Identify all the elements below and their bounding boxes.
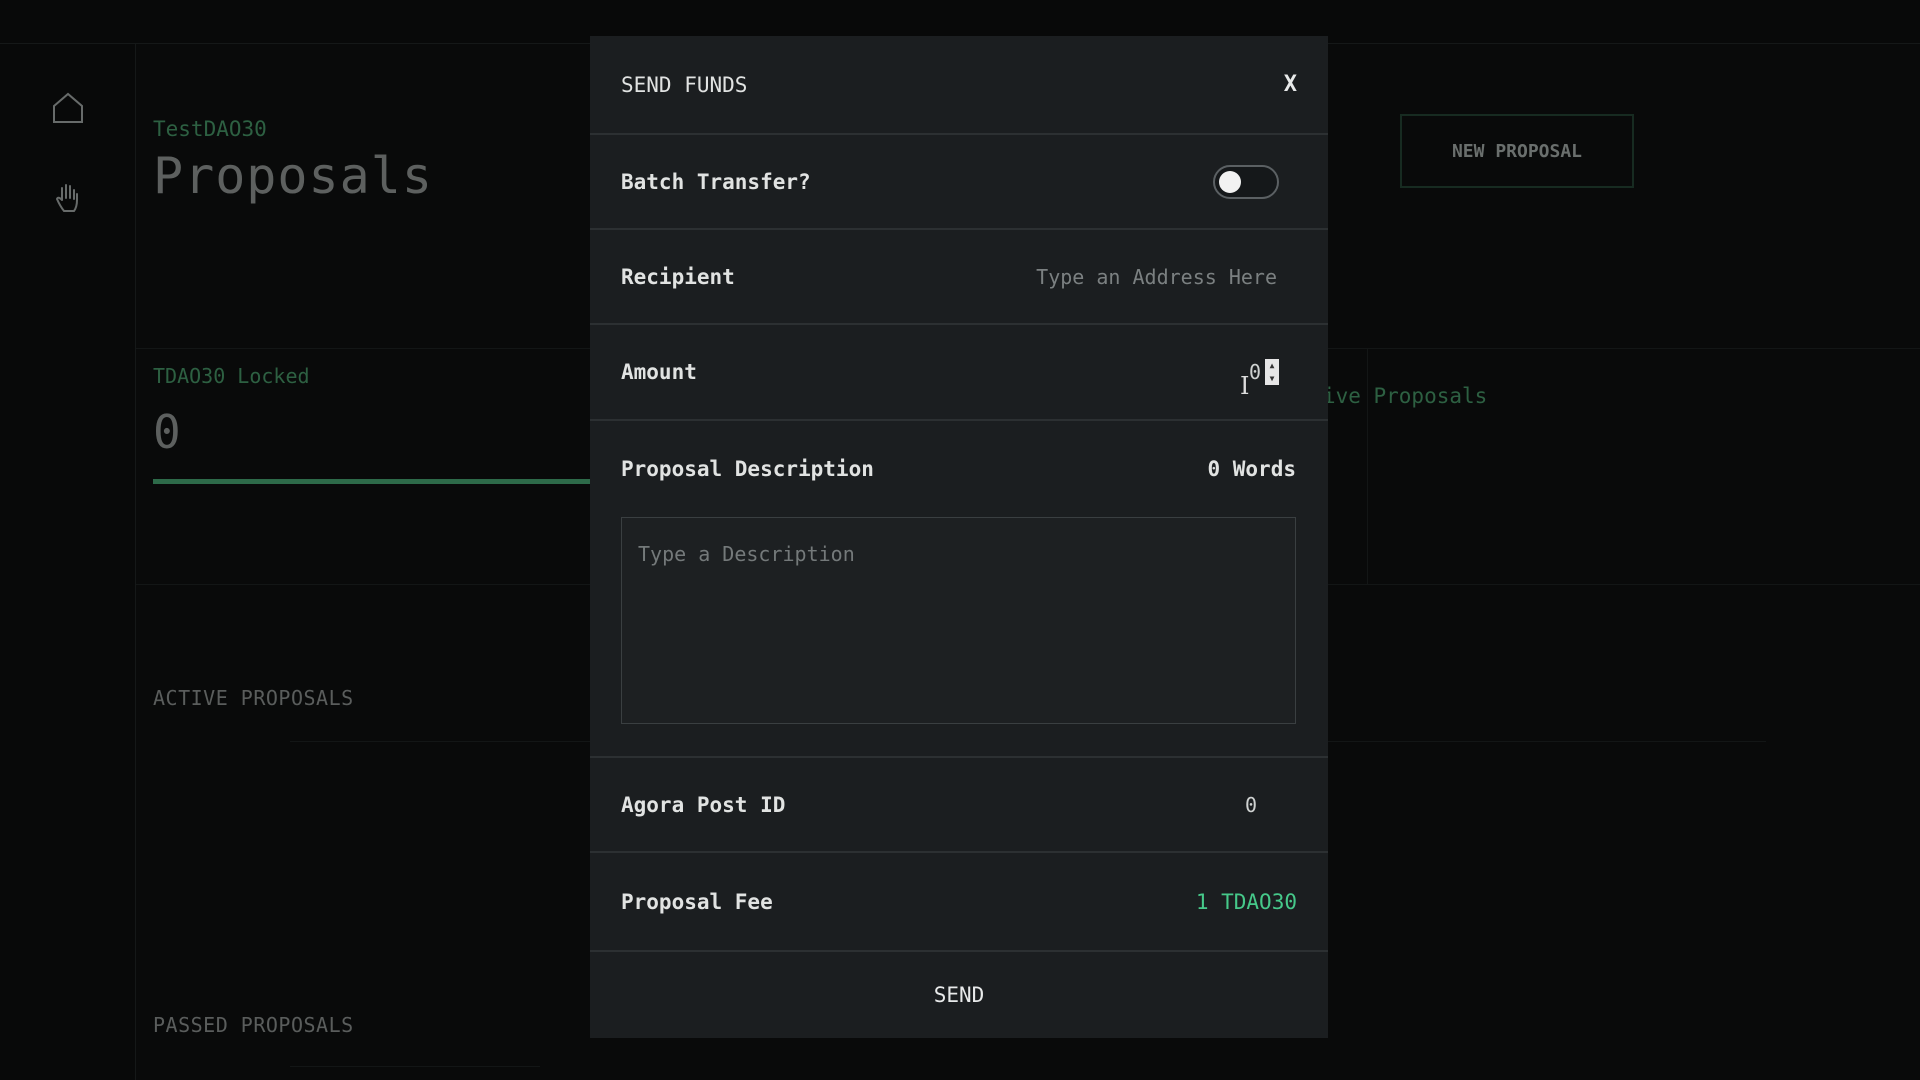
agora-row: Agora Post ID 0: [590, 758, 1328, 853]
description-label: Proposal Description: [621, 457, 874, 481]
amount-row: Amount ▲ ▼: [590, 325, 1328, 421]
send-funds-modal: SEND FUNDS X Batch Transfer? Recipient A…: [590, 36, 1328, 1038]
agora-label: Agora Post ID: [621, 792, 786, 817]
close-button[interactable]: X: [1284, 72, 1297, 97]
batch-transfer-label: Batch Transfer?: [621, 169, 811, 194]
batch-transfer-row: Batch Transfer?: [590, 135, 1328, 230]
fee-label: Proposal Fee: [621, 889, 773, 914]
toggle-knob: [1219, 170, 1241, 193]
amount-stepper[interactable]: ▲ ▼: [1265, 359, 1279, 385]
description-header: Proposal Description 0 Words: [621, 457, 1296, 481]
agora-post-id-input[interactable]: 0: [1245, 793, 1257, 817]
word-count: 0 Words: [1207, 457, 1296, 481]
recipient-input[interactable]: [945, 263, 1279, 290]
modal-header: SEND FUNDS X: [590, 36, 1328, 135]
batch-transfer-toggle[interactable]: [1213, 164, 1279, 199]
recipient-label: Recipient: [621, 264, 735, 289]
description-textarea[interactable]: [621, 517, 1296, 724]
fee-value: 1 TDAO30: [1195, 889, 1297, 914]
recipient-row: Recipient: [590, 230, 1328, 325]
modal-title: SEND FUNDS: [621, 72, 748, 97]
text-cursor-icon: I: [1240, 372, 1250, 400]
description-section: Proposal Description 0 Words: [590, 421, 1328, 758]
fee-row: Proposal Fee 1 TDAO30: [590, 853, 1328, 952]
stepper-up-icon[interactable]: ▲: [1270, 361, 1275, 370]
stepper-down-icon[interactable]: ▼: [1270, 374, 1275, 383]
app-window: TestDAO30 Proposals NEW PROPOSAL TDAO30 …: [0, 0, 1920, 1080]
amount-label: Amount: [621, 360, 697, 384]
send-button[interactable]: SEND: [590, 952, 1328, 1038]
